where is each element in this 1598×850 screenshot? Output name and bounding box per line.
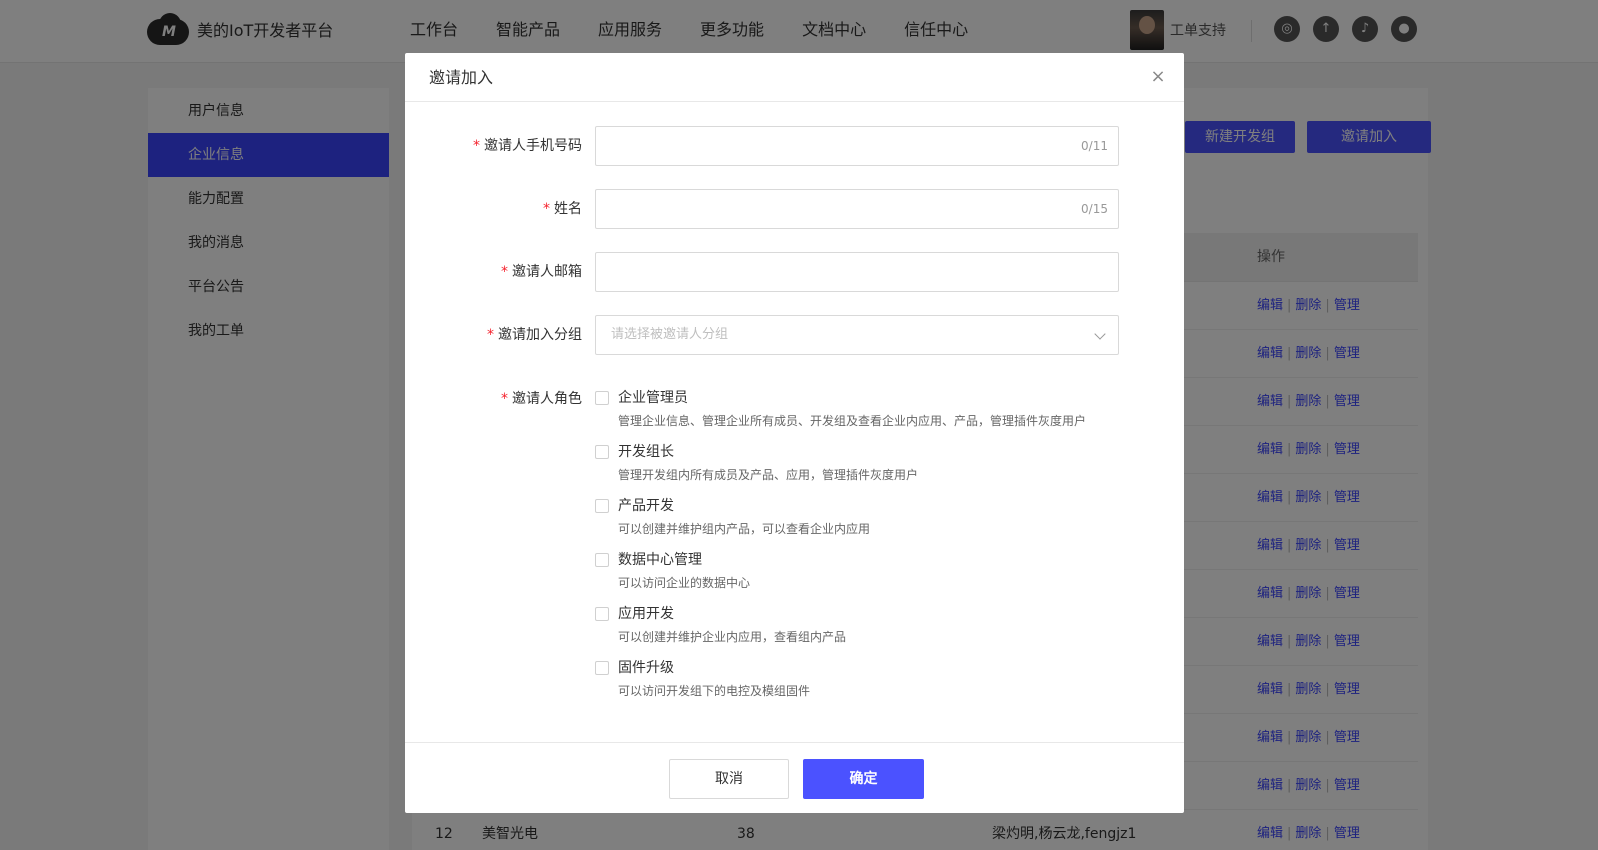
- role-checkbox[interactable]: [595, 661, 609, 675]
- role-name: 固件升级: [618, 660, 674, 676]
- role-name: 产品开发: [618, 498, 674, 514]
- group-placeholder: 请选择被邀请人分组: [611, 327, 729, 342]
- modal-footer: 取消 确定: [405, 742, 1184, 813]
- role-checkbox[interactable]: [595, 499, 609, 513]
- phone-input[interactable]: 0/11: [595, 126, 1119, 166]
- role-description: 可以访问企业的数据中心: [618, 576, 751, 590]
- role-description: 可以访问开发组下的电控及模组固件: [618, 684, 811, 698]
- name-label: * 姓名: [543, 201, 582, 217]
- role-description: 可以创建并维护企业内应用，查看组内产品: [618, 630, 847, 644]
- email-label: * 邀请人邮箱: [501, 264, 582, 280]
- group-select[interactable]: 请选择被邀请人分组: [595, 315, 1119, 355]
- phone-counter: 0/11: [1081, 139, 1108, 153]
- modal-title: 邀请加入: [429, 68, 494, 87]
- role-name: 数据中心管理: [618, 552, 702, 568]
- chevron-down-icon: [1094, 328, 1106, 340]
- role-description: 管理企业信息、管理企业所有成员、开发组及查看企业内应用、产品，管理插件灰度用户: [618, 414, 1087, 428]
- role-description: 管理开发组内所有成员及产品、应用，管理插件灰度用户: [618, 468, 919, 482]
- role-name: 企业管理员: [618, 390, 688, 406]
- role-checkbox[interactable]: [595, 607, 609, 621]
- cancel-button[interactable]: 取消: [669, 759, 789, 799]
- role-description: 可以创建并维护组内产品，可以查看企业内应用: [618, 522, 871, 536]
- phone-label: * 邀请人手机号码: [473, 138, 582, 154]
- role-name: 开发组长: [618, 444, 674, 460]
- close-icon[interactable]: ×: [1148, 67, 1168, 87]
- role-checkbox[interactable]: [595, 445, 609, 459]
- role-name: 应用开发: [618, 606, 674, 622]
- role-label: * 邀请人角色: [501, 391, 582, 407]
- confirm-button[interactable]: 确定: [803, 759, 924, 799]
- name-counter: 0/15: [1081, 202, 1108, 216]
- email-input[interactable]: [595, 252, 1119, 292]
- name-input[interactable]: 0/15: [595, 189, 1119, 229]
- group-label: * 邀请加入分组: [487, 327, 582, 343]
- modal-header: 邀请加入 ×: [405, 53, 1184, 102]
- role-checkbox[interactable]: [595, 553, 609, 567]
- role-checkbox[interactable]: [595, 391, 609, 405]
- invite-modal: 邀请加入 × * 邀请人手机号码 0/11 * 姓名 0/15 * 邀请人邮箱 * 邀请…: [405, 53, 1184, 813]
